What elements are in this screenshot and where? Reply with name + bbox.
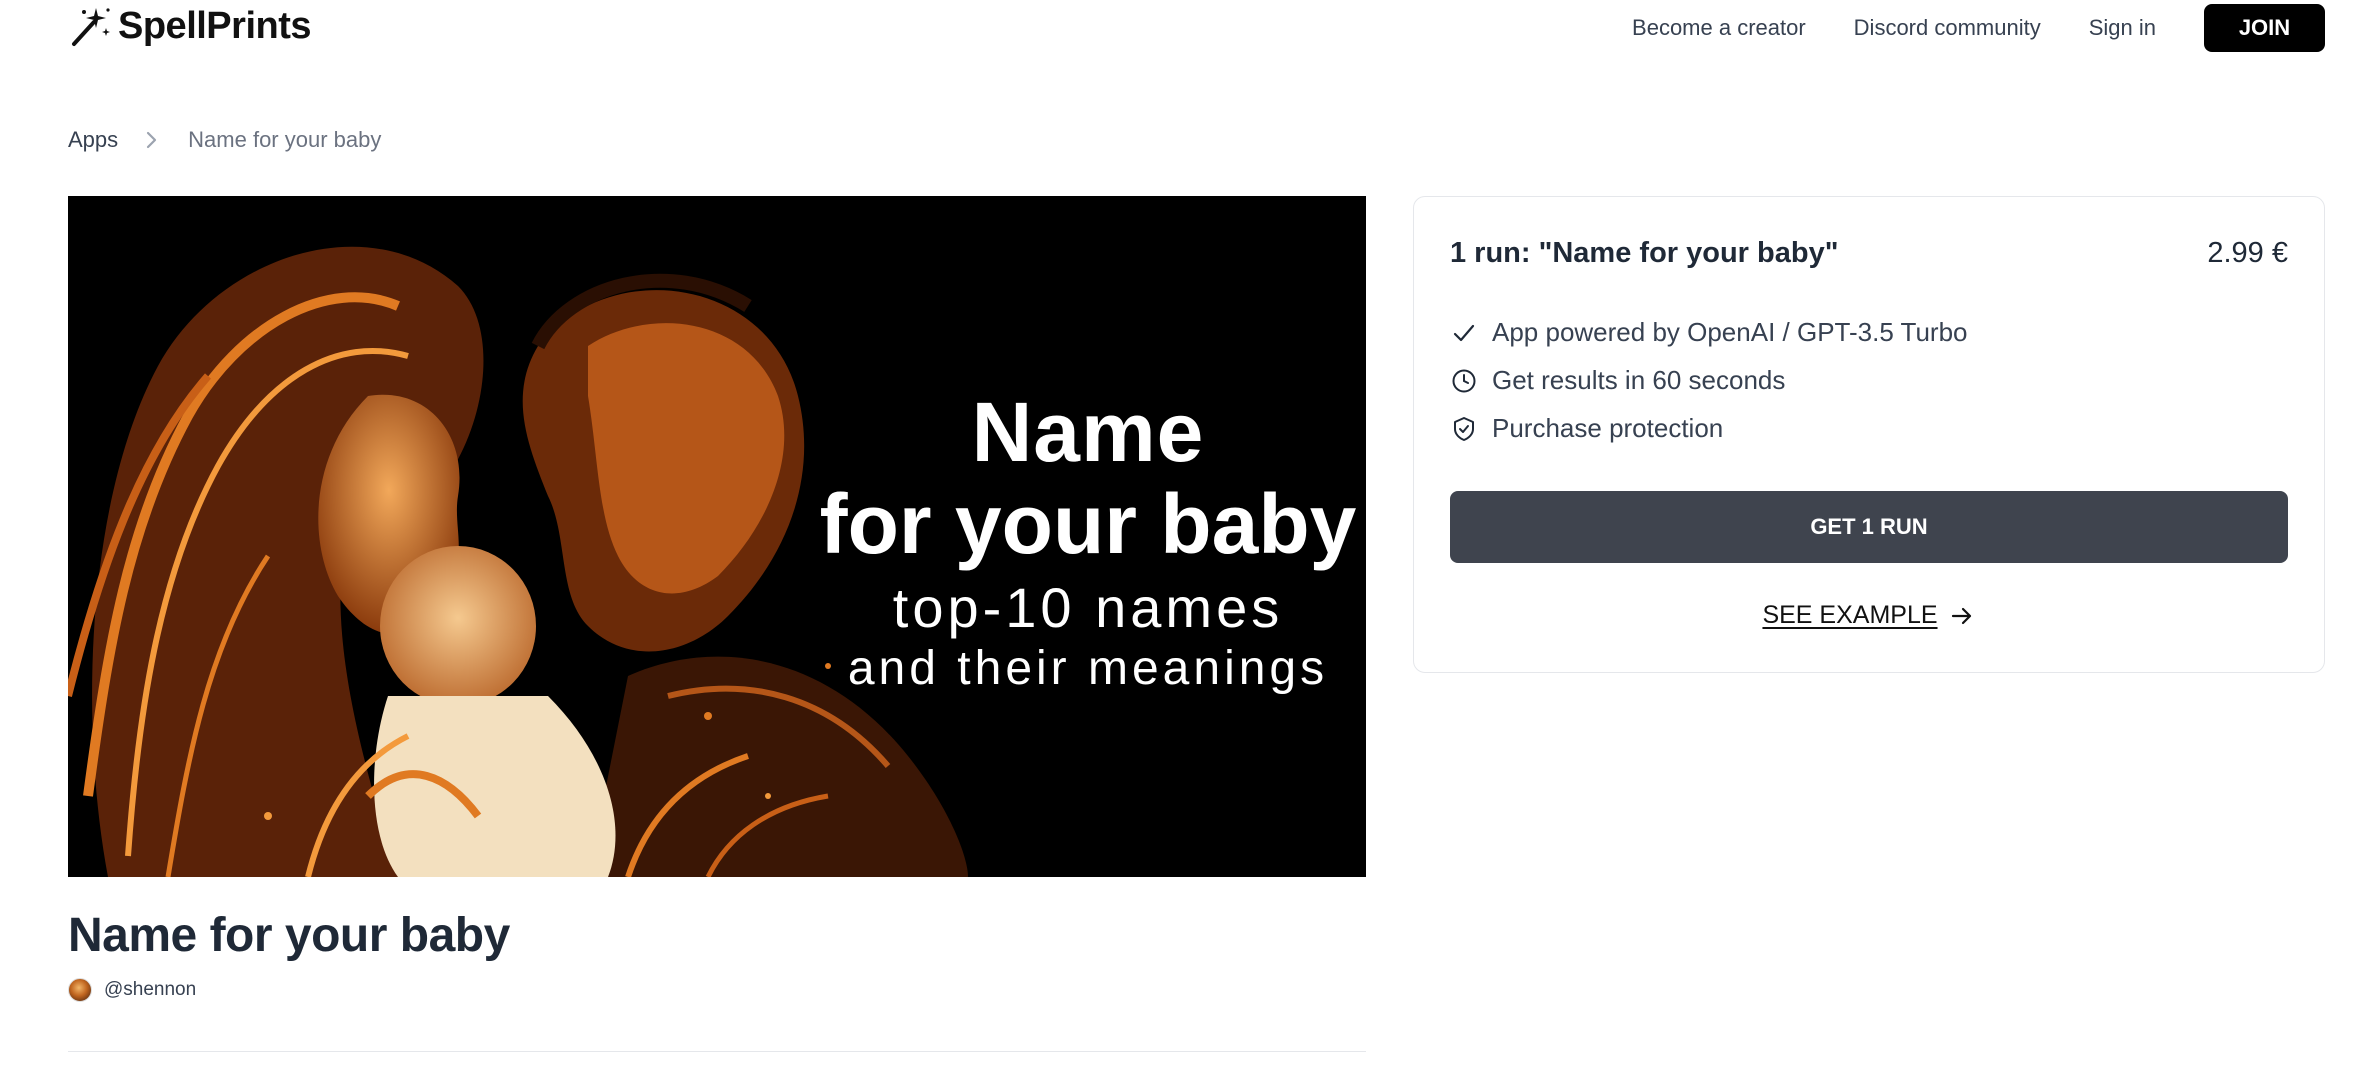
feature-powered-by: App powered by OpenAI / GPT-3.5 Turbo (1450, 317, 1968, 348)
author-row[interactable]: @shennon (68, 978, 196, 1002)
breadcrumb-apps[interactable]: Apps (68, 127, 118, 153)
feature-text: Get results in 60 seconds (1492, 365, 1786, 395)
logo[interactable]: SpellPrints (68, 4, 312, 48)
hero-caption: Name for your baby top-10 names and thei… (820, 385, 1357, 698)
avatar (68, 978, 92, 1002)
logo-text: SpellPrints (118, 4, 312, 47)
nav-become-creator[interactable]: Become a creator (1632, 15, 1806, 41)
chevron-right-icon (147, 131, 157, 149)
nav-discord-community[interactable]: Discord community (1854, 15, 2041, 41)
hero-image: Name for your baby top-10 names and thei… (68, 196, 1366, 877)
nav-links: Become a creator Discord community Sign … (1632, 4, 2325, 52)
feature-results-time: Get results in 60 seconds (1450, 365, 1785, 396)
clock-icon (1452, 369, 1476, 392)
feature-protection: Purchase protection (1450, 413, 1723, 444)
arrow-right-icon (1951, 607, 1971, 624)
purchase-title: 1 run: "Name for your baby" (1450, 237, 1839, 269)
see-example-link[interactable]: SEE EXAMPLE (1414, 601, 2324, 630)
divider (68, 1051, 1366, 1052)
page-title: Name for your baby (68, 909, 510, 962)
breadcrumb: Apps Name for your baby (68, 127, 381, 153)
get-run-button[interactable]: GET 1 RUN (1450, 491, 2288, 563)
nav-sign-in[interactable]: Sign in (2089, 15, 2156, 41)
check-icon (1453, 324, 1475, 341)
see-example-label: SEE EXAMPLE (1762, 601, 1938, 629)
hero-line-3: top-10 names (892, 576, 1284, 639)
author-name[interactable]: @shennon (104, 979, 196, 1001)
top-navigation: SpellPrints Become a creator Discord com… (0, 0, 2373, 56)
hero-line-1: Name (971, 385, 1205, 479)
breadcrumb-current: Name for your baby (188, 127, 382, 152)
purchase-card: 1 run: "Name for your baby" 2.99 € App p… (1413, 196, 2325, 673)
hero-line-4: and their meanings (847, 642, 1329, 695)
hero-line-2: for your baby (819, 477, 1357, 571)
feature-text: App powered by OpenAI / GPT-3.5 Turbo (1492, 317, 1968, 347)
magic-wand-icon (72, 8, 110, 46)
join-button[interactable]: JOIN (2204, 4, 2325, 52)
price: 2.99 € (2207, 237, 2288, 269)
shield-check-icon (1454, 416, 1474, 441)
feature-text: Purchase protection (1492, 413, 1724, 443)
